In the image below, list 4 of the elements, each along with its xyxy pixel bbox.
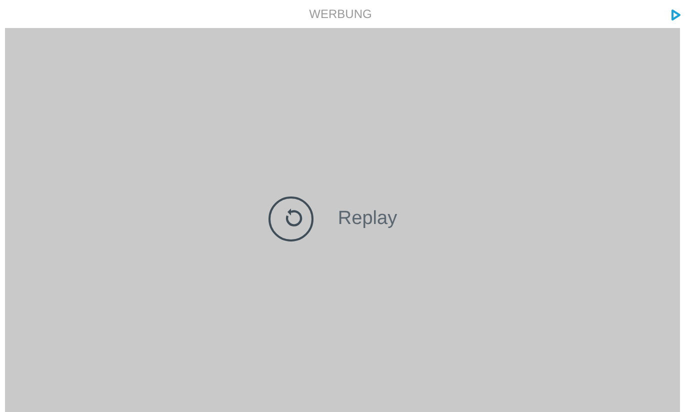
ad-label: WERBUNG <box>309 7 372 21</box>
replay-button[interactable]: Replay <box>268 196 398 242</box>
replay-icon <box>268 196 314 242</box>
play-icon[interactable] <box>671 9 681 21</box>
